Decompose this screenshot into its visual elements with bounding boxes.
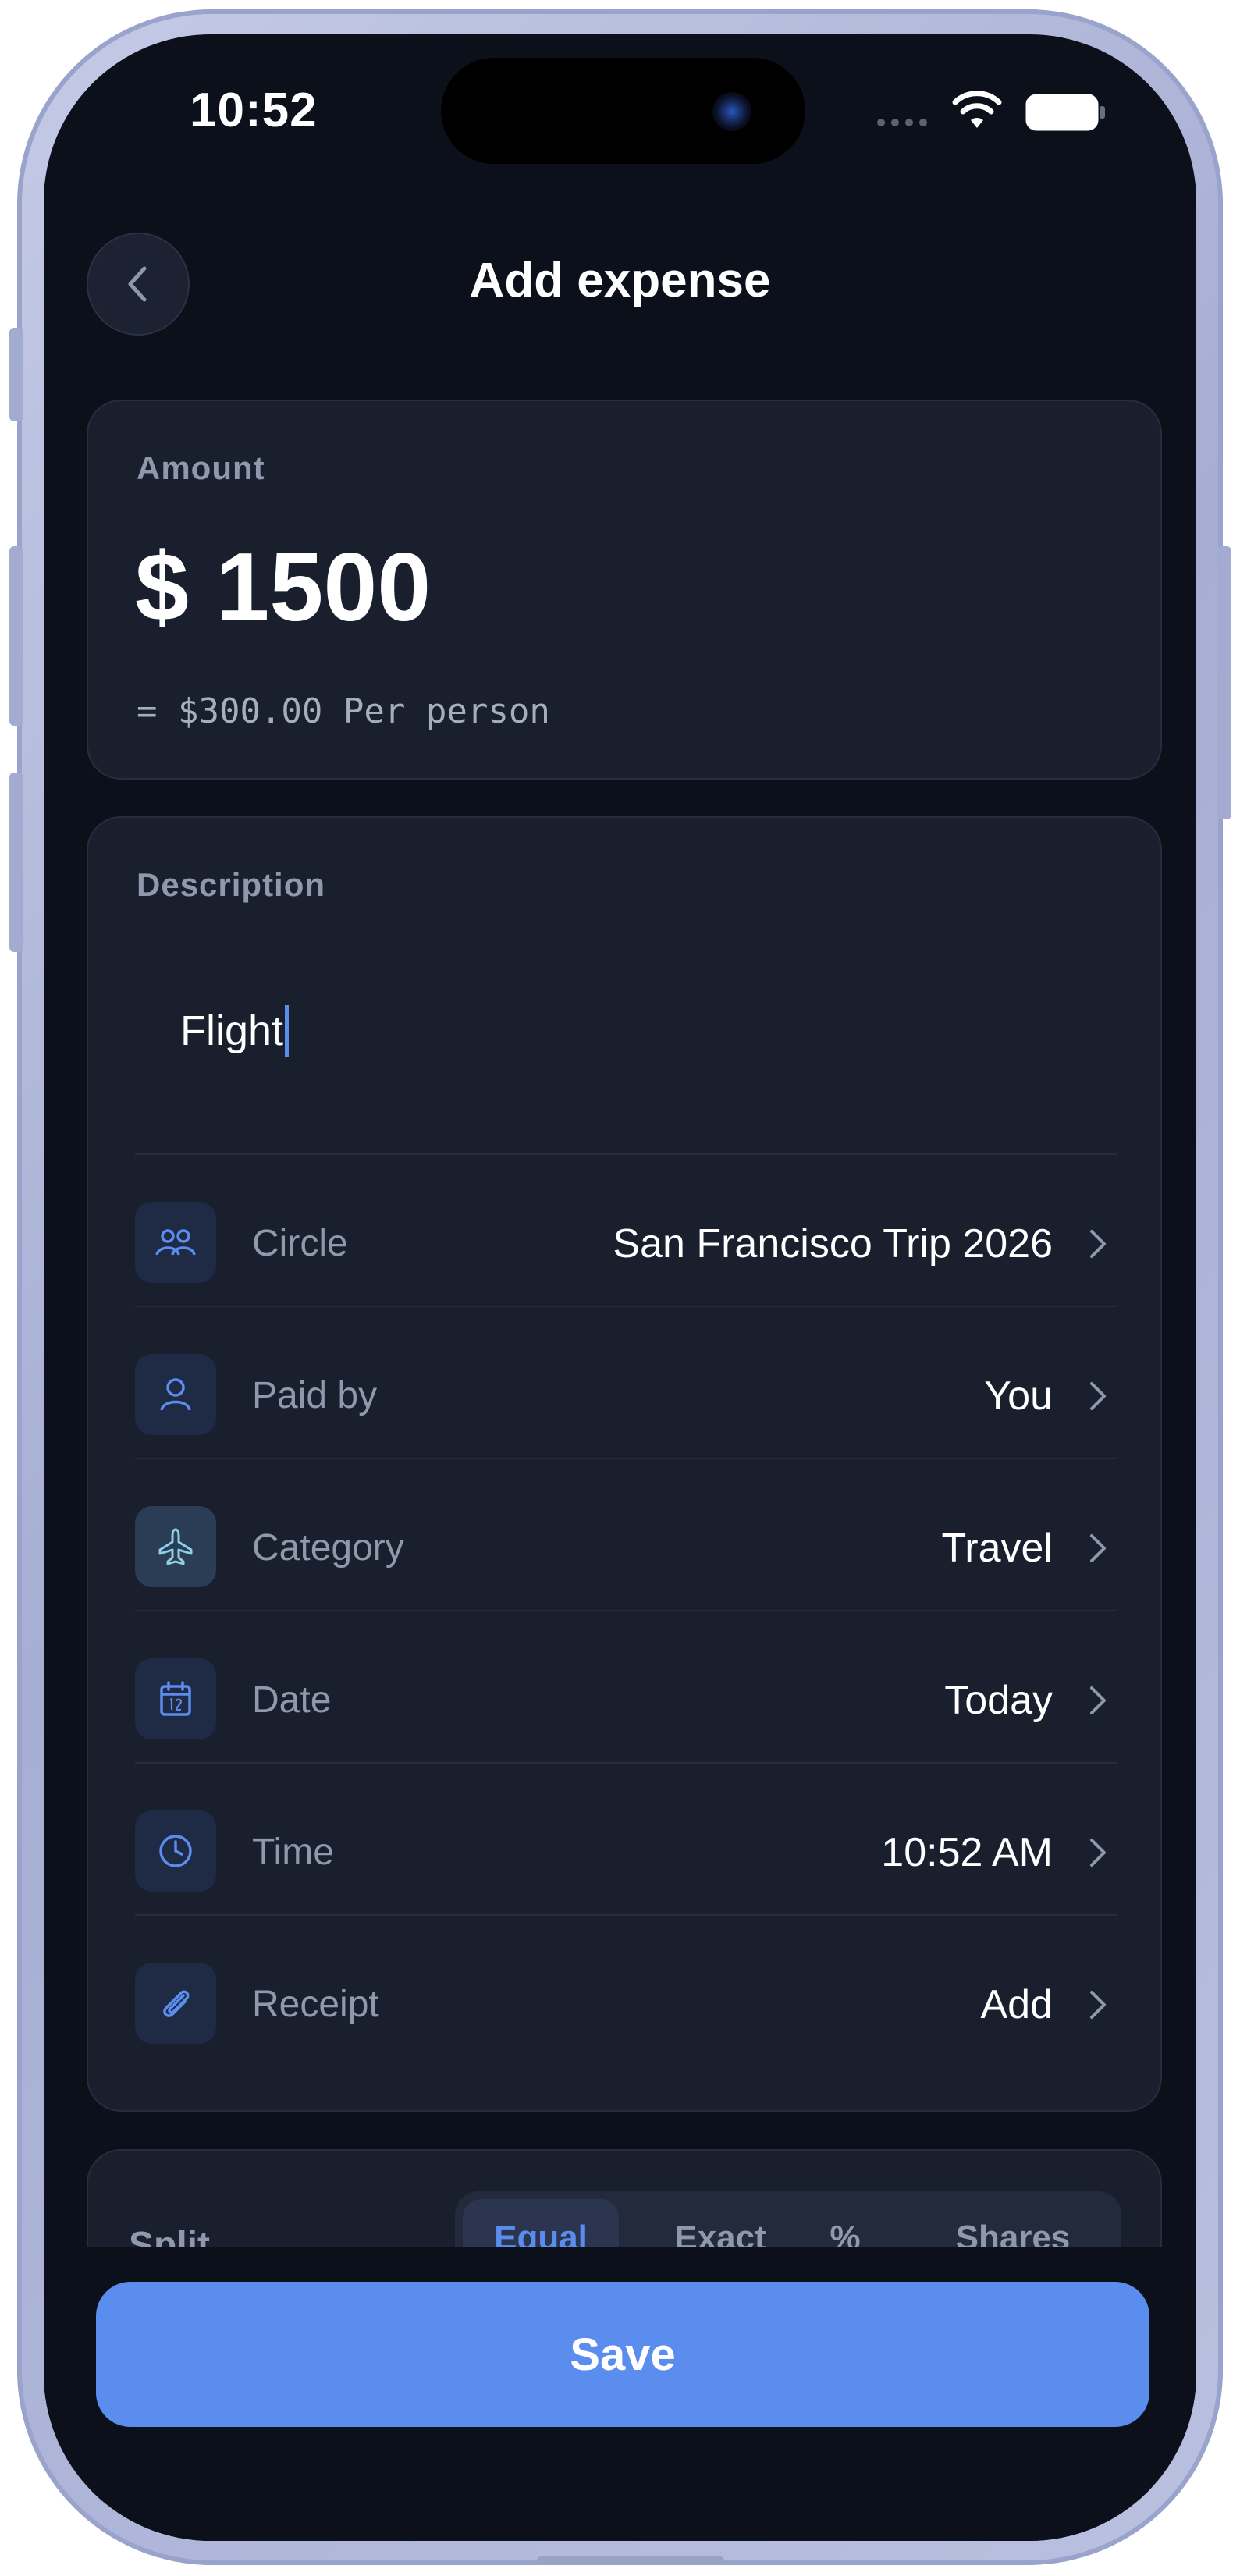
text-caret xyxy=(285,1005,290,1057)
row-value: Today xyxy=(944,1678,1053,1723)
per-person-amount: = $300.00 Per person xyxy=(137,691,550,731)
amount-label: Amount xyxy=(137,449,265,486)
chevron-right-icon xyxy=(1090,1230,1106,1258)
description-label: Description xyxy=(137,866,326,903)
row-date[interactable]: Date Today xyxy=(135,1610,1117,1762)
cellular-signal-icon xyxy=(877,119,927,126)
home-indicator xyxy=(537,2556,724,2564)
volume-up-button xyxy=(9,546,23,726)
row-value: Add xyxy=(980,1982,1053,2027)
airplane-icon xyxy=(135,1506,216,1587)
page-title: Add expense xyxy=(469,254,771,307)
row-receipt[interactable]: Receipt Add xyxy=(135,1914,1117,2066)
chevron-right-icon xyxy=(1090,1382,1106,1410)
chevron-right-icon xyxy=(1090,1686,1106,1714)
row-value: 10:52 AM xyxy=(881,1830,1053,1875)
screen: 10:52 Add expense Amount $ 1500 = $300.0… xyxy=(44,34,1196,2541)
details-card: Description Flight Circle San Francisco … xyxy=(87,816,1162,2112)
camera-icon xyxy=(712,92,751,131)
row-paid-by[interactable]: Paid by You xyxy=(135,1306,1117,1458)
status-time: 10:52 xyxy=(190,83,318,137)
description-input[interactable]: Flight xyxy=(180,1005,290,1057)
row-label: Date xyxy=(252,1679,332,1721)
power-button xyxy=(1217,546,1231,819)
user-icon xyxy=(135,1354,216,1435)
save-button[interactable]: Save xyxy=(96,2282,1149,2427)
row-value: Travel xyxy=(941,1526,1053,1571)
action-button xyxy=(9,328,23,421)
amount-value[interactable]: $ 1500 xyxy=(135,532,431,643)
group-icon xyxy=(135,1202,216,1283)
row-category[interactable]: Category Travel xyxy=(135,1458,1117,1610)
wifi-icon xyxy=(952,91,1002,128)
row-value: San Francisco Trip 2026 xyxy=(613,1221,1053,1267)
chevron-right-icon xyxy=(1090,1991,1106,2019)
row-label: Circle xyxy=(252,1223,348,1264)
row-label: Paid by xyxy=(252,1375,378,1416)
row-label: Time xyxy=(252,1832,334,1873)
calendar-icon xyxy=(135,1658,216,1739)
battery-icon xyxy=(1025,94,1105,131)
amount-card[interactable]: Amount $ 1500 = $300.00 Per person xyxy=(87,400,1162,780)
clock-icon xyxy=(135,1810,216,1892)
chevron-right-icon xyxy=(1090,1839,1106,1867)
row-label: Receipt xyxy=(252,1984,379,2025)
description-input-value: Flight xyxy=(180,1007,284,1054)
row-time[interactable]: Time 10:52 AM xyxy=(135,1762,1117,1914)
row-label: Category xyxy=(252,1527,404,1569)
chevron-right-icon xyxy=(1090,1534,1106,1562)
row-circle[interactable]: Circle San Francisco Trip 2026 xyxy=(135,1153,1117,1306)
row-value: You xyxy=(984,1373,1053,1419)
paperclip-icon xyxy=(135,1963,216,2044)
volume-down-button xyxy=(9,773,23,952)
